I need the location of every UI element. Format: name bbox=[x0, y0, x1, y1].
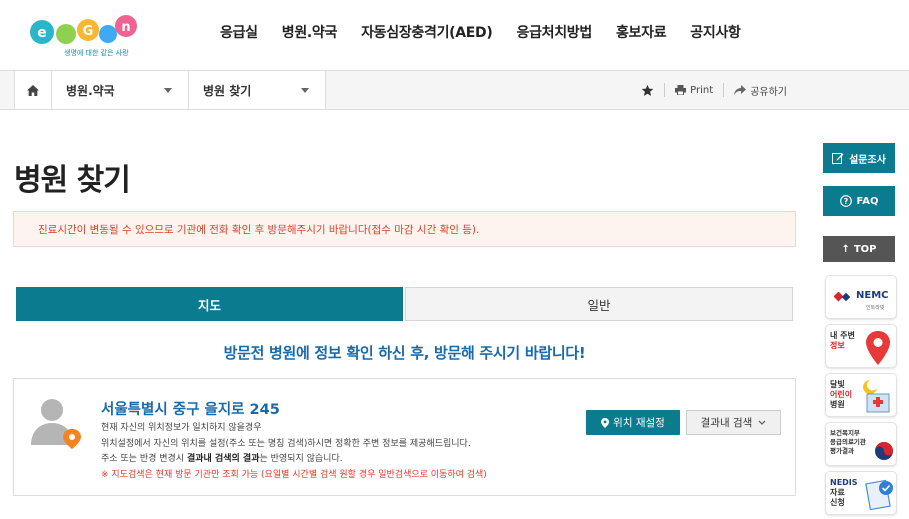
moonlight-line2: 어린이 bbox=[830, 390, 853, 399]
nearby-line1: 내 주변 bbox=[830, 331, 855, 340]
nav-hospital-pharmacy[interactable]: 병원.약국 bbox=[282, 22, 338, 42]
tab-map[interactable]: 지도 bbox=[16, 287, 403, 321]
print-label: Print bbox=[690, 84, 714, 96]
page-tools: Print 공유하기 bbox=[631, 71, 787, 109]
current-address: 서울특별시 중구 을지로 245 bbox=[101, 402, 280, 418]
svg-text:G: G bbox=[83, 24, 94, 39]
egen-logo[interactable]: e G n 생명에 대한 같은 사랑 bbox=[28, 10, 138, 62]
bookmark-button[interactable] bbox=[641, 84, 654, 97]
site-header: e G n 생명에 대한 같은 사랑 응급실 병원.약국 자동심장충격기(AED… bbox=[0, 0, 909, 70]
svg-text:e: e bbox=[37, 25, 47, 41]
search-in-results-button[interactable]: 결과내 검색 bbox=[686, 410, 781, 435]
breadcrumb-level1-label: 병원.약국 bbox=[66, 83, 115, 98]
notice-box: 진료시간이 변동될 수 있으므로 기관에 전화 확인 후 방문해주시기 바랍니다… bbox=[13, 211, 796, 247]
nedis-line3: 신청 bbox=[830, 498, 845, 507]
moonlight-line3: 병원 bbox=[830, 400, 845, 409]
nedis-request-link[interactable]: NEDIS 자료 신청 bbox=[825, 471, 897, 515]
breadcrumb-level2-label: 병원 찾기 bbox=[203, 83, 252, 98]
reset-location-button[interactable]: 위치 재설정 bbox=[586, 410, 680, 435]
hospital-building-icon bbox=[863, 380, 890, 413]
nearby-info-label: 내 주변 정보 bbox=[830, 331, 855, 351]
edit-icon bbox=[832, 153, 844, 164]
printer-icon bbox=[675, 85, 687, 95]
location-pin-icon bbox=[866, 331, 890, 365]
notice-text: 진료시간이 변동될 수 있으므로 기관에 전화 확인 후 방문해주시기 바랍니다… bbox=[38, 223, 480, 236]
tab-general[interactable]: 일반 bbox=[405, 287, 793, 321]
logo-subtitle: 생명에 대한 같은 사랑 bbox=[64, 49, 129, 57]
chevron-down-icon bbox=[301, 88, 309, 93]
help-circle-icon: ? bbox=[839, 195, 852, 207]
mohw-line2: 응급의료기관 bbox=[830, 438, 866, 446]
faq-button[interactable]: ? FAQ bbox=[823, 186, 895, 216]
desc-text: 주소 또는 반경 변경시 bbox=[101, 454, 187, 464]
nav-promotion[interactable]: 홍보자료 bbox=[616, 22, 667, 42]
page-root: e G n 생명에 대한 같은 사랑 응급실 병원.약국 자동심장충격기(AED… bbox=[0, 0, 909, 519]
map-search-warning: ※ 지도검색은 현재 방문 기관만 조회 가능 (요일별 시간별 검색 원할 경… bbox=[101, 469, 487, 480]
nemc-sub-label: 인트라넷 bbox=[866, 305, 885, 311]
location-panel: 서울특별시 중구 을지로 245 현재 자신의 위치정보가 일치하지 않을경우 … bbox=[13, 378, 796, 496]
desc-emphasis: 결과내 검색의 결과 bbox=[186, 454, 260, 464]
moonlight-label: 달빛 어린이 병원 bbox=[830, 380, 852, 410]
moonlight-line1: 달빛 bbox=[830, 380, 845, 389]
visit-message: 방문전 병원에 정보 확인 하신 후, 방문해 주시기 바랍니다! bbox=[223, 344, 586, 362]
egen-logo-graphic: e G n bbox=[30, 15, 137, 44]
user-location-icon bbox=[31, 399, 81, 449]
nav-first-aid[interactable]: 응급처치방법 bbox=[516, 22, 592, 42]
location-description: 현재 자신의 위치정보가 일치하지 않을경우 위치설정에서 자신의 위치를 설정… bbox=[101, 421, 487, 483]
mohw-line3: 평가결과 bbox=[830, 447, 854, 455]
main-nav: 응급실 병원.약국 자동심장충격기(AED) 응급처치방법 홍보자료 공지사항 bbox=[220, 22, 765, 42]
search-in-results-label: 결과내 검색 bbox=[700, 417, 753, 429]
nav-notice[interactable]: 공지사항 bbox=[690, 22, 741, 42]
reset-location-label: 위치 재설정 bbox=[613, 417, 665, 429]
home-icon bbox=[27, 84, 39, 96]
document-check-icon bbox=[865, 479, 893, 511]
arrow-up-icon: ↑ bbox=[841, 243, 850, 255]
moonlight-children-hospital-link[interactable]: 달빛 어린이 병원 bbox=[825, 373, 897, 417]
scroll-top-button[interactable]: ↑ TOP bbox=[823, 236, 895, 262]
nav-aed[interactable]: 자동심장충격기(AED) bbox=[361, 22, 493, 42]
desc-text: 는 반영되지 않습니다. bbox=[259, 454, 343, 464]
desc-line: 주소 또는 반경 변경시 결과내 검색의 결과는 반영되지 않습니다. bbox=[101, 452, 487, 468]
mohw-label: 보건복지부 응급의료기관 평가결과 bbox=[830, 429, 866, 456]
nemc-intranet-link[interactable]: NEMC 인트라넷 bbox=[825, 275, 897, 319]
share-arrow-icon bbox=[734, 85, 747, 95]
chevron-down-icon bbox=[758, 420, 766, 425]
nemc-logo-icon bbox=[834, 292, 851, 302]
breadcrumb-bar: 병원.약국 병원 찾기 Print 공유하기 bbox=[0, 70, 909, 110]
nedis-line1: NEDIS bbox=[830, 478, 858, 487]
mohw-evaluation-link[interactable]: 보건복지부 응급의료기관 평가결과 bbox=[825, 422, 897, 466]
share-label: 공유하기 bbox=[750, 86, 787, 98]
breadcrumb-select-level1[interactable]: 병원.약국 bbox=[52, 71, 189, 109]
print-button[interactable]: Print bbox=[675, 85, 713, 96]
nearby-line2: 정보 bbox=[830, 341, 845, 350]
nedis-line2: 자료 bbox=[830, 488, 845, 497]
breadcrumb-select-level2[interactable]: 병원 찾기 bbox=[189, 71, 326, 109]
share-button[interactable]: 공유하기 bbox=[734, 83, 787, 98]
divider bbox=[723, 83, 725, 97]
survey-label: 설문조사 bbox=[849, 154, 886, 166]
top-label: TOP bbox=[853, 243, 877, 255]
svg-text:?: ? bbox=[843, 197, 848, 206]
map-pin-icon bbox=[601, 417, 610, 428]
desc-line: 현재 자신의 위치정보가 일치하지 않을경우 bbox=[101, 423, 262, 433]
survey-button[interactable]: 설문조사 bbox=[823, 143, 895, 173]
nemc-label: NEMC bbox=[856, 290, 889, 301]
nearby-info-link[interactable]: 내 주변 정보 bbox=[825, 324, 897, 368]
divider bbox=[664, 83, 666, 97]
desc-line: 위치설정에서 자신의 위치를 설정(주소 또는 명칭 검색)하시면 정확한 주변… bbox=[101, 438, 471, 449]
nedis-label: NEDIS 자료 신청 bbox=[830, 478, 858, 508]
page-title: 병원 찾기 bbox=[14, 163, 131, 198]
chevron-down-icon bbox=[164, 88, 172, 93]
faq-label: FAQ bbox=[856, 195, 879, 207]
mohw-line1: 보건복지부 bbox=[830, 429, 860, 437]
taegeuk-emblem-icon bbox=[875, 442, 893, 460]
home-button[interactable] bbox=[14, 71, 52, 109]
nav-emergency-room[interactable]: 응급실 bbox=[220, 22, 258, 42]
star-icon bbox=[641, 84, 654, 96]
search-mode-tabs: 지도 일반 bbox=[16, 287, 793, 321]
svg-text:n: n bbox=[121, 20, 130, 35]
